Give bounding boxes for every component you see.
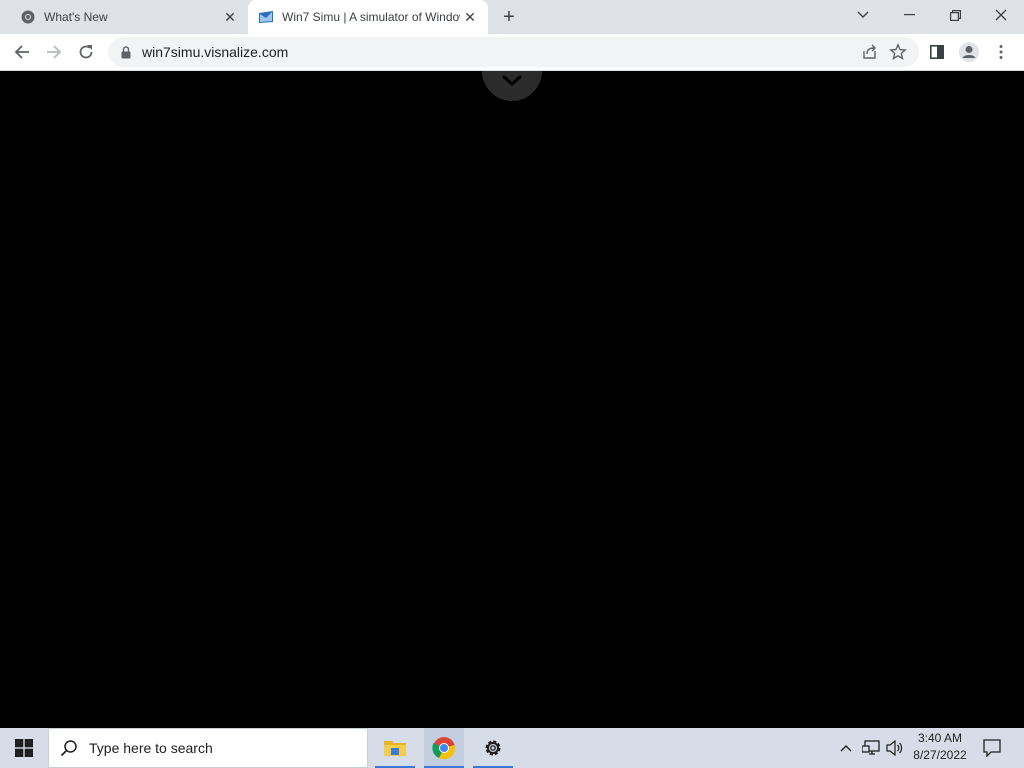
minimize-icon (903, 14, 915, 16)
search-icon (49, 739, 89, 757)
back-button[interactable] (7, 37, 37, 67)
share-icon[interactable] (861, 43, 879, 61)
tab-search-button[interactable] (840, 0, 886, 30)
win7simu-favicon (258, 9, 274, 25)
taskbar-file-explorer[interactable] (375, 728, 415, 768)
start-button[interactable] (0, 728, 48, 768)
restore-icon (949, 9, 961, 21)
lock-icon[interactable] (119, 45, 133, 59)
tab-title: What's New (44, 10, 108, 24)
speaker-icon (886, 740, 903, 756)
volume-button[interactable] (884, 728, 906, 768)
taskbar-search-box[interactable]: Type here to search (48, 728, 368, 768)
taskbar-chrome[interactable] (424, 728, 464, 768)
tab-win7simu[interactable]: Win7 Simu | A simulator of Windows 7 ✕ (248, 0, 488, 34)
scroll-down-button[interactable] (482, 71, 542, 101)
chrome-icon (432, 737, 455, 760)
system-clock[interactable]: 3:40 AM 8/27/2022 (908, 730, 972, 766)
action-center-button[interactable] (978, 728, 1006, 768)
new-tab-button[interactable]: + (497, 6, 521, 28)
reload-icon (79, 45, 93, 59)
minimize-button[interactable] (886, 0, 932, 30)
restore-button[interactable] (932, 0, 978, 30)
chrome-icon (20, 9, 36, 25)
network-button[interactable] (860, 728, 882, 768)
clock-date: 8/27/2022 (913, 748, 967, 762)
page-viewport[interactable] (0, 71, 1024, 728)
close-tab-icon[interactable]: ✕ (220, 7, 240, 27)
tab-whats-new[interactable]: What's New ✕ (8, 0, 248, 34)
taskbar: Type here to search 3:40 AM 8/27/2022 (0, 728, 1024, 768)
back-arrow-icon (14, 45, 29, 59)
tab-title: Win7 Simu | A simulator of Windows 7 (282, 10, 460, 24)
chevron-down-icon (857, 11, 869, 18)
network-wired-icon (862, 740, 880, 755)
search-placeholder: Type here to search (89, 740, 213, 756)
file-explorer-icon (384, 741, 406, 756)
side-panel-icon (930, 45, 944, 59)
notification-icon (983, 739, 1001, 757)
profile-button[interactable] (954, 37, 984, 67)
browser-toolbar: win7simu.visnalize.com (0, 34, 1024, 71)
close-window-button[interactable] (978, 0, 1024, 30)
url-text[interactable]: win7simu.visnalize.com (142, 44, 288, 60)
chevron-down-icon (502, 75, 522, 86)
show-hidden-icons-button[interactable] (836, 728, 856, 768)
settings-icon (485, 740, 501, 756)
close-icon (995, 9, 1007, 21)
address-bar[interactable]: win7simu.visnalize.com (108, 37, 919, 67)
forward-arrow-icon (47, 45, 62, 59)
forward-button[interactable] (39, 37, 69, 67)
reload-button[interactable] (71, 37, 101, 67)
chrome-menu-button[interactable] (986, 37, 1016, 67)
windows-logo-icon (15, 739, 33, 757)
tab-strip: What's New ✕ Win7 Simu | A simulator of … (0, 0, 1024, 34)
kebab-menu-icon (999, 45, 1003, 59)
chevron-up-icon (840, 745, 852, 752)
clock-time: 3:40 AM (917, 731, 963, 745)
side-panel-button[interactable] (922, 37, 952, 67)
bookmark-star-icon[interactable] (889, 43, 907, 61)
taskbar-settings[interactable] (473, 728, 513, 768)
close-tab-icon[interactable]: ✕ (460, 7, 480, 27)
profile-avatar-icon (959, 42, 979, 62)
